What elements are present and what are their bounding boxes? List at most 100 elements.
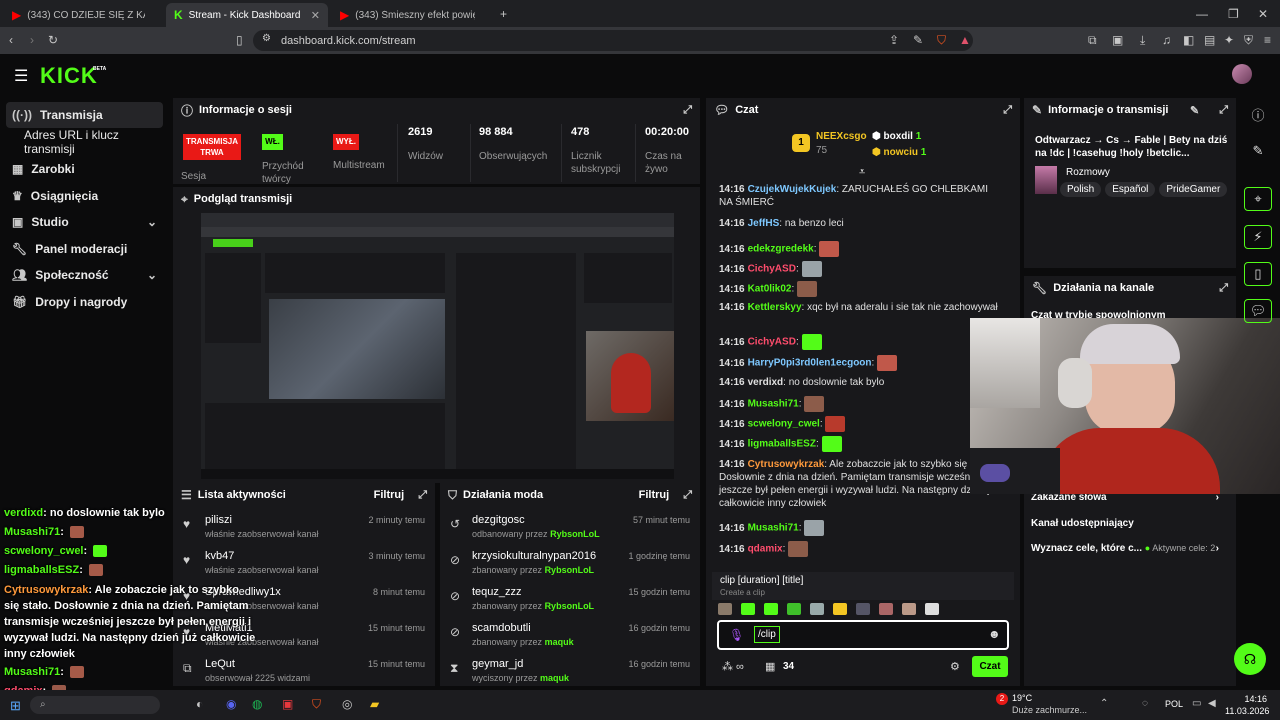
browser-tab-1[interactable]: ▶ (343) CO DZIEJE SIĘ Z KAMILEM? - Yo <box>4 3 164 27</box>
chat-username[interactable]: Kettlerskyy <box>748 302 802 313</box>
sidebar-icon[interactable]: ◧ <box>1183 33 1194 47</box>
chat-username[interactable]: CichyASD <box>748 337 796 348</box>
task-view-icon[interactable]: ◐ <box>196 697 203 711</box>
sidebar-item-zarobki[interactable]: ▦ Zarobki <box>6 156 163 182</box>
close-window-icon[interactable]: ✕ <box>1258 7 1268 21</box>
expand-icon[interactable]: ⤢ <box>683 104 692 117</box>
expand-icon[interactable]: ⤢ <box>418 489 427 502</box>
chat-username[interactable]: JeffHS <box>748 218 780 229</box>
kick-logo[interactable]: KICK <box>40 63 98 89</box>
obs-icon[interactable]: ◎ <box>342 697 352 711</box>
emote-icon[interactable] <box>879 603 893 615</box>
forward-icon[interactable]: › <box>30 33 34 47</box>
brave-shield-icon[interactable]: ⛉ <box>937 33 946 48</box>
brave-icon[interactable]: ⛉ <box>312 697 321 712</box>
emote-icon[interactable] <box>833 603 847 615</box>
mic-icon[interactable]: 🎙︎ <box>729 628 744 642</box>
emote-icon[interactable] <box>856 603 870 615</box>
back-icon[interactable]: ‹ <box>9 33 13 47</box>
rail-button-3[interactable]: ▯ <box>1244 262 1272 286</box>
chat-username[interactable]: Kat0lik02 <box>748 284 792 295</box>
site-info-icon[interactable]: ⚙ <box>262 33 271 44</box>
folder-icon[interactable]: ▰ <box>370 697 379 711</box>
sidebar-item-spolecznosc[interactable]: 👥︎ Społeczność ⌄ <box>6 262 163 288</box>
chat-message[interactable]: 14:16 verdixd: no doslownie tak bylo <box>719 376 1001 389</box>
tray-icon[interactable]: ◌ <box>1142 698 1148 709</box>
chat-username[interactable]: qdamix <box>748 544 783 555</box>
discord-icon[interactable]: ◉ <box>226 697 236 711</box>
chat-username[interactable]: Musashi71 <box>748 523 799 534</box>
maximize-icon[interactable]: ❐ <box>1228 7 1239 21</box>
minimize-icon[interactable]: — <box>1196 7 1208 21</box>
chat-message[interactable]: 14:16 Kettlerskyy: xqc był na aderalu i s… <box>719 301 1001 314</box>
weather-desc[interactable]: Duże zachmurze... <box>1012 705 1087 715</box>
tag[interactable]: PrideGamer <box>1159 182 1228 197</box>
sidebar-item-studio[interactable]: ▣ Studio ⌄ <box>6 209 163 235</box>
rewards-icon[interactable]: ▲ <box>959 33 971 47</box>
chat-send-button[interactable]: Czat <box>972 656 1008 677</box>
filter-button[interactable]: Filtruj <box>639 489 670 501</box>
start-icon[interactable]: ⊞ <box>10 698 21 714</box>
tab-search-icon[interactable]: ▣ <box>1112 33 1123 47</box>
clock-date[interactable]: 11.03.2026 <box>1225 706 1269 716</box>
chat-message[interactable]: 14:16 Kat0lik02: <box>719 281 1001 297</box>
tag[interactable]: Polish <box>1060 182 1102 197</box>
emote-icon[interactable] <box>902 603 916 615</box>
emote-icon[interactable] <box>764 603 778 615</box>
info-rail-icon[interactable]: ⓘ <box>1244 102 1272 126</box>
emote-icon[interactable] <box>810 603 824 615</box>
expand-icon[interactable]: ⤢ <box>683 489 692 502</box>
hamburger-icon[interactable]: ☰ <box>14 66 28 86</box>
extensions-icon[interactable]: ⧉ <box>1088 33 1097 48</box>
support-button[interactable]: ☊ <box>1234 643 1266 675</box>
chat-username[interactable]: CzujekWujekKujek <box>748 184 837 195</box>
collapse-icon[interactable]: ⩡ <box>859 166 865 179</box>
rail-button-1[interactable]: ⌖ <box>1244 187 1272 211</box>
chat-username[interactable]: HarryP0pi3rd0len1ecgoon <box>748 358 872 369</box>
chat-message[interactable]: 14:16 Musashi71: <box>719 396 1001 412</box>
download-icon[interactable]: ⤓ <box>1140 33 1145 48</box>
taskbar-search[interactable]: ⌕ <box>30 696 160 714</box>
expand-icon[interactable]: ⤢ <box>1219 282 1228 295</box>
vpn-icon[interactable]: ⛨ <box>1244 33 1253 48</box>
filter-button[interactable]: Filtruj <box>374 489 405 501</box>
emote-icon[interactable] <box>741 603 755 615</box>
chat-message[interactable]: 14:16 Musashi71: <box>719 520 1001 536</box>
emote-icon[interactable] <box>718 603 732 615</box>
settings-icon[interactable]: ⚙ <box>950 660 960 673</box>
chat-message[interactable]: 14:16 scwelony_cwel: <box>719 416 1001 432</box>
volume-icon[interactable]: ◀︎ <box>1208 698 1216 709</box>
browser-tab-3[interactable]: ▶ (343) Śmieszny efekt powiększenia u <box>332 3 494 27</box>
channel-item-hosting[interactable]: Kanał udostępniający <box>1031 518 1229 529</box>
chat-message[interactable]: 14:16 CichyASD: <box>719 261 1001 277</box>
stream-video[interactable] <box>201 213 674 479</box>
tray-chevron-icon[interactable]: ⌃ <box>1100 698 1108 709</box>
edit-rail-icon[interactable]: ✎ <box>1244 139 1272 163</box>
chat-username[interactable]: ligmaballsESZ <box>748 439 816 450</box>
sidebar-item-osiagniecia[interactable]: ♛ Osiągnięcia <box>6 183 163 209</box>
emote-icon[interactable] <box>787 603 801 615</box>
edit-icon[interactable]: ✎ <box>1190 104 1199 117</box>
menu-icon[interactable]: ≡ <box>1264 33 1271 47</box>
tag[interactable]: Español <box>1105 182 1156 197</box>
language-indicator[interactable]: POL <box>1165 699 1183 709</box>
chat-message[interactable]: 14:16 JeffHS: na benzo leci <box>719 217 1001 230</box>
wallet-icon[interactable]: ▤ <box>1204 33 1215 47</box>
spotify-icon[interactable]: ◍ <box>252 697 262 711</box>
ai-icon[interactable]: ✦ <box>1224 33 1234 47</box>
chat-message[interactable]: 14:16 CichyASD: <box>719 334 1001 350</box>
chat-message[interactable]: 14:16 qdamix: <box>719 541 1001 557</box>
close-tab-icon[interactable]: ✕ <box>311 9 320 22</box>
pen-icon[interactable]: ✎ <box>913 33 923 47</box>
chat-input[interactable]: 🎙︎ /clip ☻ <box>717 620 1009 650</box>
sidebar-item-stream-key[interactable]: Adres URL i klucz transmisji <box>6 128 163 156</box>
rail-button-4[interactable]: 💬︎ <box>1244 299 1272 323</box>
command-hint[interactable]: clip [duration] [title] Create a clip <box>712 572 1014 600</box>
url-field[interactable]: ⚙ dashboard.kick.com/stream ⇪ ✎ ⛉ ▲ <box>253 30 973 51</box>
expand-icon[interactable]: ⤢ <box>1003 104 1012 117</box>
chat-username[interactable]: CichyASD <box>748 264 796 275</box>
sidebar-item-moderacja[interactable]: 🔧︎ Panel moderacji <box>6 236 163 262</box>
network-icon[interactable]: ▭ <box>1192 698 1201 709</box>
chat-message[interactable]: 14:16 edekzgredekk: <box>719 241 1001 257</box>
chat-username[interactable]: verdixd <box>748 377 784 388</box>
